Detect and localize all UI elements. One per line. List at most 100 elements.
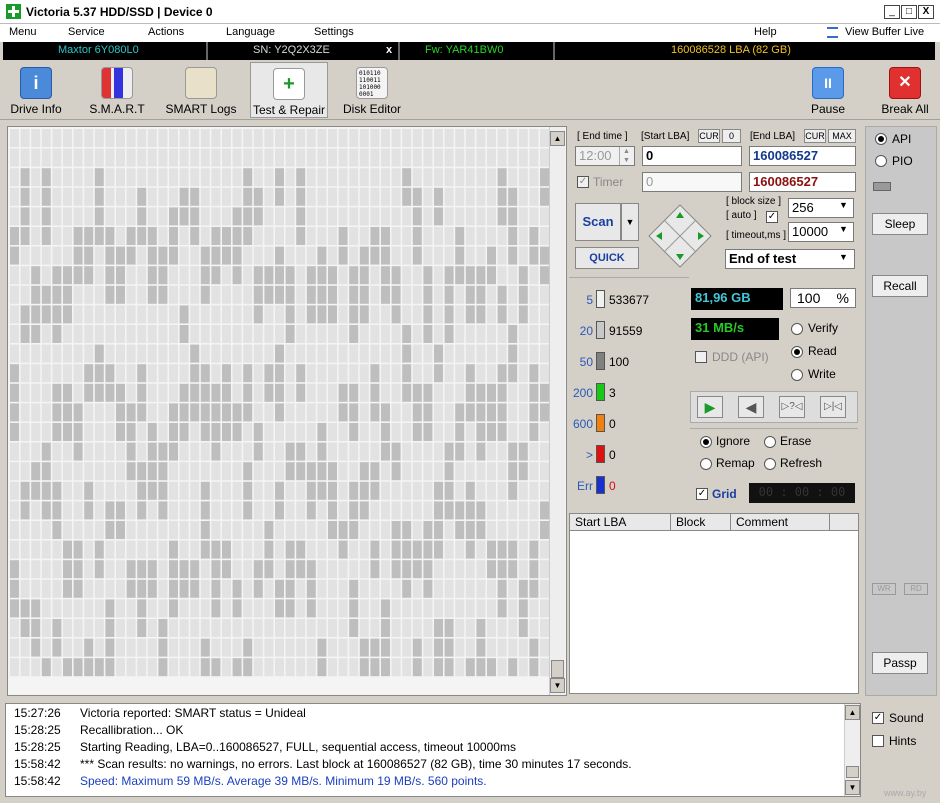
refresh-radio[interactable] <box>764 458 776 470</box>
pause-button[interactable]: II Pause <box>806 62 850 118</box>
menu-help[interactable]: Help <box>754 26 777 38</box>
block-cell <box>370 187 380 206</box>
close-button[interactable]: X <box>918 5 934 19</box>
block-cell <box>52 344 62 363</box>
col-block[interactable]: Block <box>676 515 705 529</box>
block-cell <box>63 599 72 618</box>
block-cell <box>179 227 189 245</box>
reverse-icon[interactable]: ◀ <box>738 396 764 418</box>
hints-checkbox[interactable] <box>872 735 884 747</box>
grid-scrollbar[interactable]: ▲ ▼ <box>549 127 565 695</box>
legend-swatch[interactable] <box>596 476 605 494</box>
remap-radio[interactable] <box>700 458 712 470</box>
scroll-up-icon[interactable]: ▲ <box>845 705 860 720</box>
scroll-thumb[interactable] <box>846 766 859 778</box>
block-cell <box>444 403 454 422</box>
end-lba-secondary-field[interactable]: 160086527 <box>749 172 856 192</box>
disk-editor-button[interactable]: 010110 110011 101000 0001 Disk Editor <box>340 62 404 118</box>
menu-language[interactable]: Language <box>226 26 275 38</box>
block-cell <box>275 658 284 677</box>
ddd-checkbox[interactable] <box>695 351 707 363</box>
quick-button[interactable]: QUICK <box>575 247 639 269</box>
block-cell <box>126 207 136 226</box>
butterfly-icon[interactable]: ▷|◁ <box>820 396 846 418</box>
block-cell <box>179 579 189 598</box>
legend-swatch[interactable] <box>596 414 605 432</box>
menu-menu[interactable]: Menu <box>9 26 37 38</box>
block-cell <box>63 501 72 520</box>
scroll-thumb[interactable] <box>551 660 564 678</box>
read-radio[interactable] <box>791 346 803 358</box>
log-scrollbar[interactable]: ▲ ▼ <box>844 704 860 796</box>
block-cell <box>126 266 136 285</box>
legend-swatch[interactable] <box>596 445 605 463</box>
sound-checkbox[interactable]: ✓ <box>872 712 884 724</box>
block-cell <box>116 619 125 637</box>
block-cell <box>465 481 475 500</box>
passp-button[interactable]: Passp <box>872 652 928 674</box>
menu-settings[interactable]: Settings <box>314 26 354 38</box>
menu-service[interactable]: Service <box>68 26 105 38</box>
grid-checkbox[interactable]: ✓ <box>696 488 708 500</box>
end-lba-field[interactable]: 160086527 <box>749 146 856 166</box>
scan-dropdown-icon[interactable]: ▼ <box>621 203 639 241</box>
legend-swatch[interactable] <box>596 321 605 339</box>
block-cell <box>349 619 359 637</box>
ignore-radio[interactable] <box>700 436 712 448</box>
time-spinner-icon[interactable]: ▲ ▼ <box>619 147 633 165</box>
scroll-down-icon[interactable]: ▼ <box>550 678 565 693</box>
end-cur-button[interactable]: CUR <box>804 129 826 143</box>
timer-checkbox[interactable]: ✓ <box>577 176 589 188</box>
start-lba-field[interactable]: 0 <box>642 146 742 166</box>
start-zero-button[interactable]: 0 <box>722 129 741 143</box>
block-cell <box>52 403 62 422</box>
verify-radio[interactable] <box>791 323 803 335</box>
col-comment[interactable]: Comment <box>736 515 788 529</box>
auto-checkbox[interactable]: ✓ <box>766 211 778 223</box>
write-radio[interactable] <box>791 369 803 381</box>
block-cell <box>328 540 337 559</box>
legend-swatch[interactable] <box>596 383 605 401</box>
block-cell <box>497 462 507 481</box>
block-cell <box>317 285 327 304</box>
block-cell <box>338 442 348 461</box>
direction-pad[interactable] <box>647 203 713 269</box>
block-cell <box>126 599 136 618</box>
block-cell <box>444 442 454 461</box>
legend-swatch[interactable] <box>596 290 605 308</box>
legend-swatch[interactable] <box>596 352 605 370</box>
sleep-button[interactable]: Sleep <box>872 213 928 235</box>
play-icon[interactable]: ▶ <box>697 396 723 418</box>
api-radio[interactable] <box>875 133 887 145</box>
drive-info-button[interactable]: i Drive Info <box>4 62 68 118</box>
view-buffer-live[interactable]: View Buffer Live <box>845 26 924 38</box>
timer-field[interactable]: 0 <box>642 172 742 192</box>
block-cell <box>211 246 221 265</box>
block-cell <box>465 638 475 657</box>
block-cell <box>306 540 316 559</box>
smart-button[interactable]: S.M.A.R.T <box>84 62 150 118</box>
device-serial: SN: Y2Q2X3ZE <box>253 44 330 56</box>
maximize-button[interactable]: □ <box>901 5 917 19</box>
scroll-up-icon[interactable]: ▲ <box>550 131 565 146</box>
block-cell <box>465 383 475 402</box>
block-cell <box>497 579 507 598</box>
end-max-button[interactable]: MAX <box>828 129 856 143</box>
smart-logs-button[interactable]: SMART Logs <box>163 62 239 118</box>
col-start-lba[interactable]: Start LBA <box>575 515 626 529</box>
recall-button[interactable]: Recall <box>872 275 928 297</box>
end-of-test-select[interactable]: End of test <box>725 249 855 269</box>
menu-actions[interactable]: Actions <box>148 26 184 38</box>
block-cell <box>158 325 168 343</box>
scroll-down-icon[interactable]: ▼ <box>845 780 860 795</box>
block-cell <box>211 442 221 461</box>
erase-radio[interactable] <box>764 436 776 448</box>
block-cell <box>222 599 231 618</box>
break-all-button[interactable]: ✕ Break All <box>876 62 934 118</box>
random-seek-icon[interactable]: ▷?◁ <box>779 396 805 418</box>
pio-radio[interactable] <box>875 155 887 167</box>
scan-button[interactable]: Scan <box>575 203 621 241</box>
minimize-button[interactable]: _ <box>884 5 900 19</box>
start-cur-button[interactable]: CUR <box>698 129 720 143</box>
test-repair-button[interactable]: + Test & Repair <box>250 62 328 118</box>
